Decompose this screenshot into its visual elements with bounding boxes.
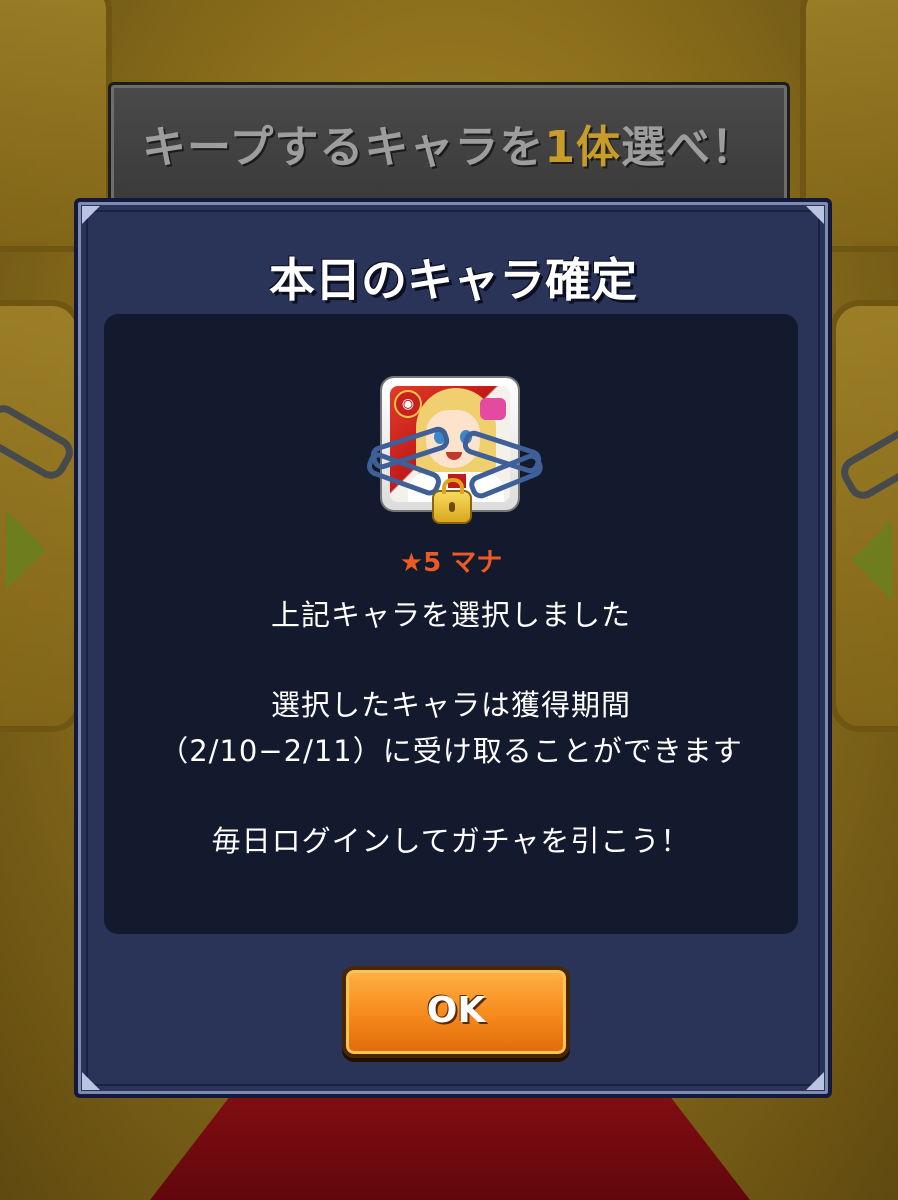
corner-ornament <box>82 1072 100 1090</box>
message-selected: 上記キャラを選択しました <box>270 598 631 632</box>
dialog-content-panel: ◉ ★5 マナ 上記キャラを選択しました 選択したキャラは獲得期間 （2/10−… <box>104 314 798 934</box>
character-icon: ◉ <box>364 378 546 524</box>
banner-text-highlight: 1体 <box>544 122 621 173</box>
ok-button-label: OK <box>426 990 486 1031</box>
keep-instruction-text: キープするキャラを1体選べ！ <box>111 111 787 175</box>
keep-selection-banner: キープするキャラを1体選べ！ <box>108 82 790 208</box>
confirmation-dialog: 本日のキャラ確定 ◉ ★5 マナ 上記キャラを選択しました 選択したキャラは獲得… <box>74 198 832 1098</box>
character-bow <box>480 398 506 420</box>
fire-element-icon: ◉ <box>394 390 422 418</box>
message-period-intro: 選択したキャラは獲得期間 <box>270 688 631 722</box>
message-daily-login: 毎日ログインしてガチャを引こう！ <box>211 824 691 858</box>
banner-text-after: 選べ！ <box>620 122 756 173</box>
dialog-title: 本日のキャラ確定 <box>269 253 637 307</box>
corner-ornament <box>82 206 100 224</box>
corner-ornament <box>806 206 824 224</box>
corner-ornament <box>806 1072 824 1090</box>
banner-text-before: キープするキャラを <box>142 122 545 173</box>
character-name: ★5 マナ <box>399 548 503 578</box>
ok-button[interactable]: OK <box>342 966 570 1058</box>
padlock-icon <box>432 478 472 524</box>
message-period-dates: （2/10−2/11）に受け取ることができます <box>159 734 743 768</box>
